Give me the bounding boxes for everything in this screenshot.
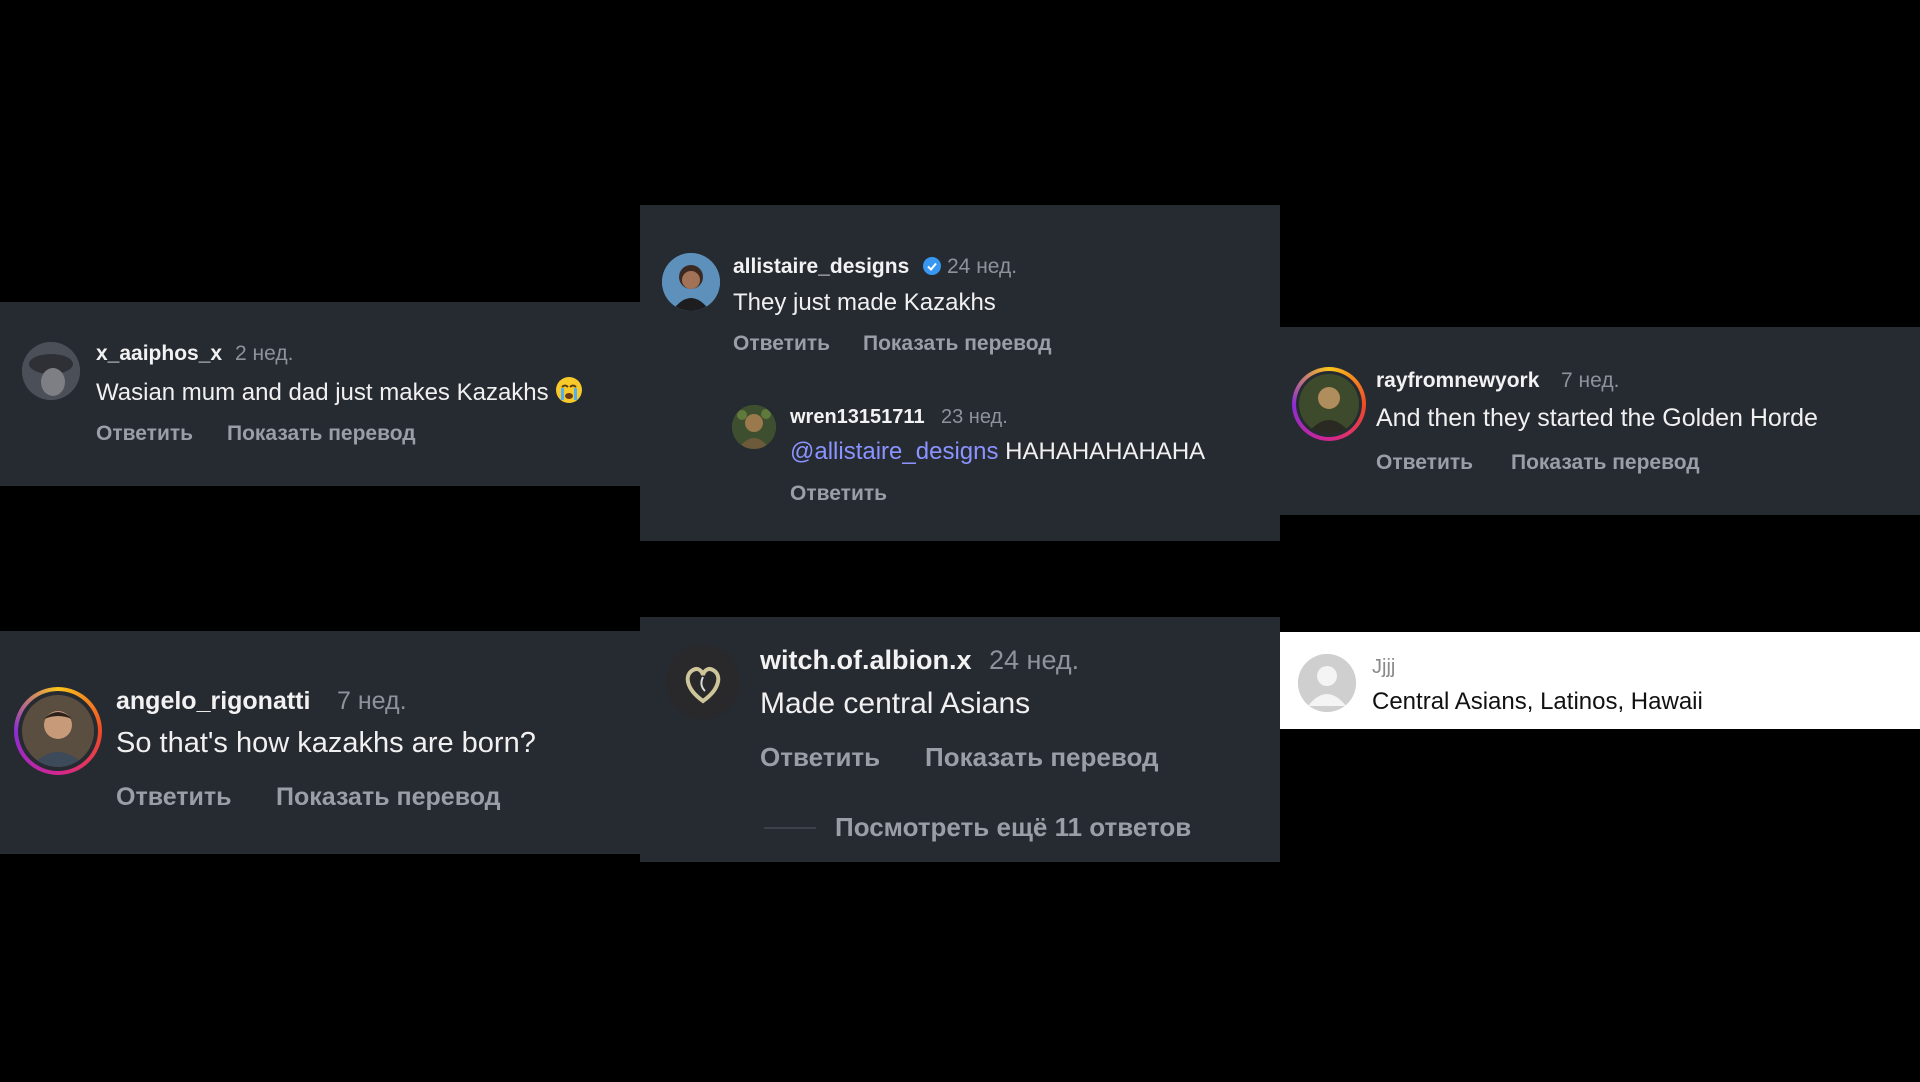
- timestamp: 24 нед.: [989, 645, 1080, 675]
- loudly-crying-face-icon: [555, 376, 583, 411]
- timestamp: 7 нед.: [337, 687, 407, 715]
- username[interactable]: witch.of.albion.x: [760, 645, 972, 676]
- reply-username[interactable]: wren13151711: [790, 406, 925, 429]
- comment-card-6: Jjjj Central Asians, Latinos, Hawaii: [1280, 632, 1920, 729]
- show-translation-button[interactable]: Показать перевод: [227, 422, 416, 446]
- default-avatar-icon[interactable]: [1298, 654, 1356, 712]
- comment-card-2: allistaire_designs 24 нед. They just mad…: [640, 205, 1280, 541]
- avatar[interactable]: [14, 687, 102, 775]
- comment-card-5: witch.of.albion.x 24 нед. Made central A…: [640, 617, 1280, 862]
- username[interactable]: rayfromnewyork: [1376, 369, 1539, 393]
- username[interactable]: allistaire_designs: [733, 255, 909, 279]
- show-translation-button[interactable]: Показать перевод: [276, 783, 501, 812]
- reply-text: @allistaire_designs HAHAHAHAHAHA: [790, 438, 1205, 466]
- mention-link[interactable]: @allistaire_designs: [790, 438, 998, 465]
- comment-card-4: angelo_rigonatti 7 нед. So that's how ka…: [0, 631, 640, 854]
- thread-divider: [764, 827, 816, 829]
- show-translation-button[interactable]: Показать перевод: [1511, 451, 1700, 475]
- show-translation-button[interactable]: Показать перевод: [863, 332, 1052, 356]
- avatar[interactable]: [1292, 367, 1366, 441]
- username[interactable]: angelo_rigonatti: [116, 687, 310, 716]
- comment-card-3: rayfromnewyork 7 нед. And then they star…: [1280, 327, 1920, 515]
- reply-button[interactable]: Ответить: [733, 332, 830, 356]
- reply-avatar[interactable]: [732, 405, 776, 449]
- username[interactable]: x_aaiphos_x: [96, 342, 222, 366]
- comment-card-1: x_aaiphos_x 2 нед. Wasian mum and dad ju…: [0, 302, 640, 486]
- reply-button[interactable]: Ответить: [760, 742, 880, 773]
- timestamp: 2 нед.: [235, 342, 294, 365]
- timestamp: 24 нед.: [947, 255, 1018, 278]
- reply-to-reply-button[interactable]: Ответить: [790, 482, 887, 506]
- reply-button[interactable]: Ответить: [1376, 451, 1473, 475]
- reply-button[interactable]: Ответить: [116, 783, 232, 812]
- username[interactable]: Jjjj: [1372, 656, 1395, 679]
- view-more-replies-button[interactable]: Посмотреть ещё 11 ответов: [835, 812, 1191, 843]
- comment-text: They just made Kazakhs: [733, 289, 996, 316]
- comment-text: And then they started the Golden Horde: [1376, 404, 1818, 432]
- comment-text: So that's how kazakhs are born?: [116, 727, 536, 759]
- verified-badge-icon: [922, 256, 942, 281]
- comment-text-body: Wasian mum and dad just makes Kazakhs: [96, 379, 549, 406]
- avatar[interactable]: [22, 342, 80, 400]
- comment-text: Central Asians, Latinos, Hawaii: [1372, 688, 1703, 715]
- comment-text: Made central Asians: [760, 687, 1031, 720]
- reply-timestamp: 23 нед.: [941, 406, 1008, 428]
- avatar[interactable]: [662, 253, 720, 311]
- reply-text-body: HAHAHAHAHAHA: [1005, 438, 1206, 465]
- timestamp: 7 нед.: [1561, 369, 1620, 392]
- avatar[interactable]: [666, 645, 740, 719]
- comment-text: Wasian mum and dad just makes Kazakhs: [96, 376, 583, 411]
- show-translation-button[interactable]: Показать перевод: [925, 742, 1159, 773]
- reply-button[interactable]: Ответить: [96, 422, 193, 446]
